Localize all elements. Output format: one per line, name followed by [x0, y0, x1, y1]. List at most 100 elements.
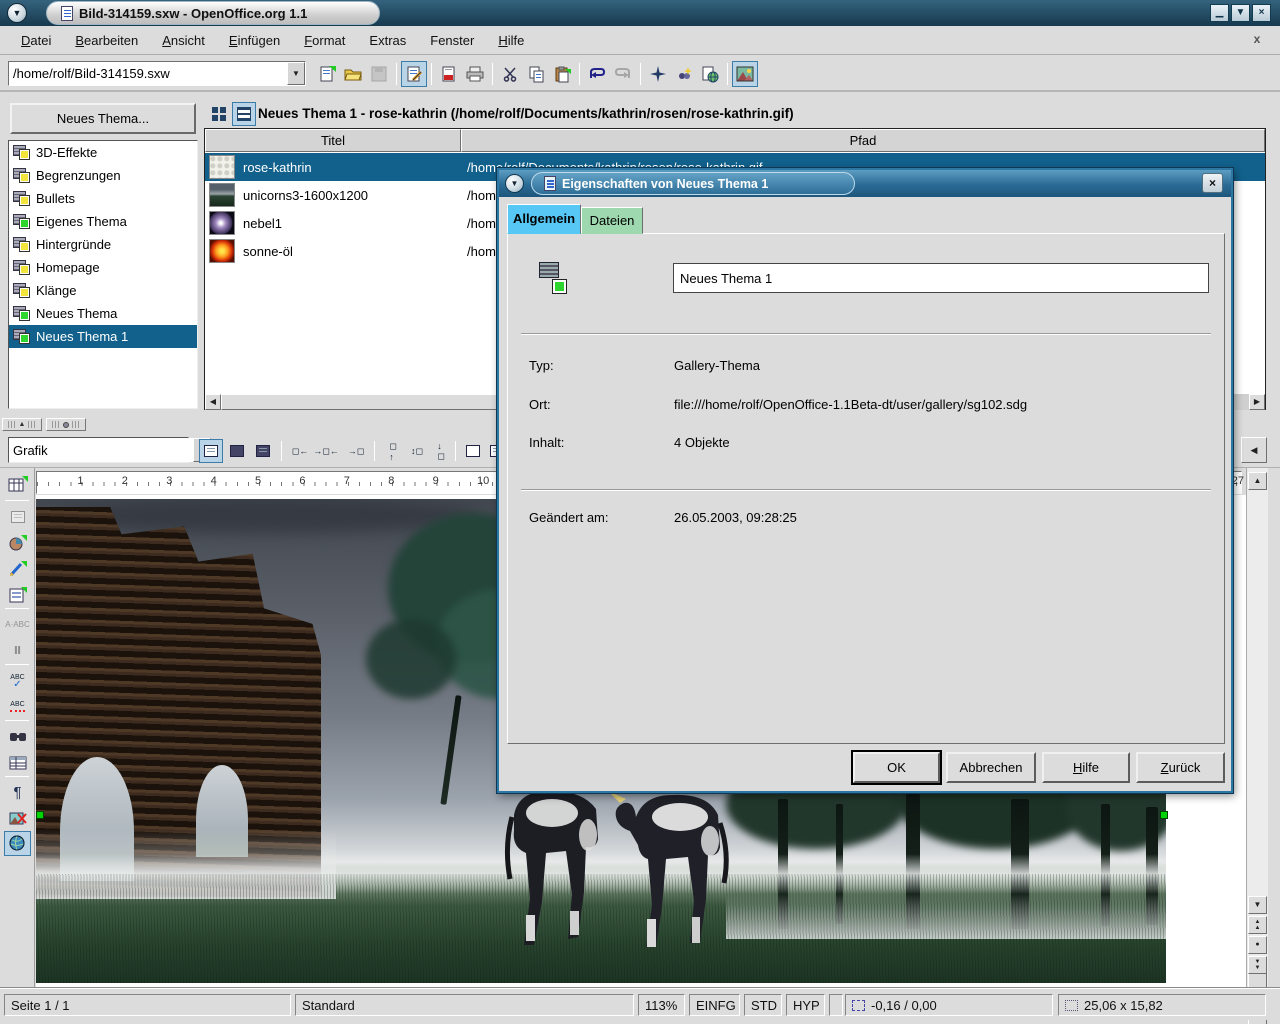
- menu-ansicht[interactable]: Ansicht: [151, 29, 216, 52]
- hyperlink-button[interactable]: [697, 61, 723, 87]
- menu-fenster[interactable]: Fenster: [419, 29, 485, 52]
- align-top-button[interactable]: ◻↑: [381, 439, 405, 463]
- theme-item-bullets[interactable]: Bullets: [9, 187, 197, 210]
- style-combobox: ▼: [8, 437, 189, 463]
- online-layout-button[interactable]: [4, 831, 31, 856]
- column-header-pfad[interactable]: Pfad: [461, 129, 1265, 152]
- menu-einfuegen[interactable]: Einfügen: [218, 29, 291, 52]
- theme-item-eigenes-thema[interactable]: Eigenes Thema: [9, 210, 197, 233]
- previous-page-icon[interactable]: ▲▲: [1248, 916, 1267, 934]
- abbrechen-button[interactable]: Abbrechen: [946, 752, 1036, 783]
- align-right-button[interactable]: →◻: [344, 439, 368, 463]
- minimize-button[interactable]: ▁: [1210, 4, 1229, 22]
- close-document-icon[interactable]: x: [1248, 30, 1266, 48]
- status-selection-mode[interactable]: STD: [744, 994, 782, 1016]
- wrap-off-button[interactable]: [199, 439, 223, 463]
- hilfe-button[interactable]: Hilfe: [1042, 752, 1130, 783]
- insert-frame-button[interactable]: [4, 504, 31, 529]
- style-input[interactable]: [9, 438, 193, 462]
- maximize-button[interactable]: ▼: [1231, 4, 1250, 22]
- gallery-button[interactable]: [732, 61, 758, 87]
- scroll-right-icon[interactable]: ▶: [1249, 394, 1265, 410]
- status-insert-mode[interactable]: EINFG: [689, 994, 740, 1016]
- insert-graphics-button[interactable]: [4, 530, 31, 555]
- theme-item-homepage[interactable]: Homepage: [9, 256, 197, 279]
- dialog-titlebar[interactable]: ▼ Eigenschaften von Neues Thema 1 ×: [499, 170, 1231, 197]
- ok-button[interactable]: OK: [853, 752, 940, 783]
- navigation-dot-icon[interactable]: ●: [1248, 936, 1267, 954]
- theme-item-hintergruende[interactable]: Hintergründe: [9, 233, 197, 256]
- print-button[interactable]: [462, 61, 488, 87]
- edit-file-button[interactable]: [401, 61, 427, 87]
- zurueck-button[interactable]: Zurück: [1136, 752, 1225, 783]
- menu-extras[interactable]: Extras: [358, 29, 417, 52]
- export-pdf-button[interactable]: [436, 61, 462, 87]
- redo-button[interactable]: [610, 61, 636, 87]
- align-middle-icon: ↕◻: [411, 446, 423, 457]
- align-center-button[interactable]: →◻←: [314, 439, 338, 463]
- theme-item-klaenge[interactable]: Klänge: [9, 279, 197, 302]
- graphics-onoff-button[interactable]: [4, 806, 31, 831]
- paste-button[interactable]: [549, 61, 575, 87]
- align-left-button[interactable]: ◻←: [288, 439, 312, 463]
- insert-object-button[interactable]: [4, 472, 31, 497]
- status-page-style[interactable]: Standard: [295, 994, 634, 1016]
- wrap-page-button[interactable]: [225, 439, 249, 463]
- tab-dateien[interactable]: Dateien: [581, 207, 643, 234]
- tab-allgemein[interactable]: Allgemein: [507, 204, 581, 234]
- detail-view-button[interactable]: [232, 102, 256, 126]
- icon-view-button[interactable]: [207, 102, 231, 126]
- dialog-shade-icon[interactable]: ▼: [505, 174, 524, 193]
- draw-functions-button[interactable]: [4, 556, 31, 581]
- stylist-button[interactable]: [671, 61, 697, 87]
- menu-datei[interactable]: Datei: [10, 29, 62, 52]
- menu-bearbeiten[interactable]: Bearbeiten: [64, 29, 149, 52]
- window-menu-icon[interactable]: ▼: [7, 3, 27, 23]
- align-bottom-button[interactable]: ↓◻: [429, 439, 453, 463]
- direct-cursor-button[interactable]: Ⅱ: [4, 638, 31, 663]
- hide-panel-arrow-button[interactable]: ◀: [1241, 437, 1267, 463]
- theme-name-input[interactable]: [673, 263, 1209, 293]
- insert-form-button[interactable]: [4, 582, 31, 607]
- undo-button[interactable]: [584, 61, 610, 87]
- menu-hilfe[interactable]: Hilfe: [487, 29, 535, 52]
- spellcheck-button[interactable]: ABC✓: [4, 668, 31, 693]
- new-document-button[interactable]: [314, 61, 340, 87]
- wrap-through-button[interactable]: [251, 439, 275, 463]
- theme-item-begrenzungen[interactable]: Begrenzungen: [9, 164, 197, 187]
- selection-handle-left[interactable]: [36, 811, 44, 819]
- gallery-hide-grip[interactable]: ▲: [2, 418, 42, 431]
- theme-item-neues-thema[interactable]: Neues Thema: [9, 302, 197, 325]
- menu-format[interactable]: Format: [293, 29, 356, 52]
- window-titlebar[interactable]: ▼ Bild-314159.sxw - OpenOffice.org 1.1 ▁…: [0, 0, 1280, 26]
- copy-button[interactable]: [523, 61, 549, 87]
- scroll-left-icon[interactable]: ◀: [205, 394, 221, 410]
- borders-button[interactable]: [461, 439, 485, 463]
- next-page-icon[interactable]: ▼▼: [1248, 956, 1267, 974]
- close-button[interactable]: ×: [1252, 4, 1271, 22]
- find-replace-button[interactable]: [4, 724, 31, 749]
- nonprinting-characters-button[interactable]: ¶: [4, 780, 31, 805]
- new-theme-button[interactable]: Neues Thema...: [10, 103, 196, 134]
- gallery-pin-grip[interactable]: [46, 418, 86, 431]
- url-dropdown-icon[interactable]: ▼: [287, 62, 305, 85]
- scroll-up-icon[interactable]: ▲: [1248, 472, 1267, 490]
- auto-spellcheck-button[interactable]: ABC: [4, 694, 31, 719]
- vertical-scrollbar[interactable]: ▲ ▼ ▲▲ ● ▼▼: [1246, 468, 1268, 988]
- status-hyperlink-mode[interactable]: HYP: [786, 994, 825, 1016]
- dialog-close-icon[interactable]: ×: [1202, 173, 1223, 193]
- data-sources-button[interactable]: [4, 750, 31, 775]
- save-button[interactable]: [366, 61, 392, 87]
- theme-item-neues-thema-1[interactable]: Neues Thema 1: [9, 325, 197, 348]
- cut-button[interactable]: [497, 61, 523, 87]
- selection-handle-right[interactable]: [1160, 811, 1168, 819]
- status-zoom[interactable]: 113%: [638, 994, 685, 1016]
- autotext-button[interactable]: A·ABC: [4, 612, 31, 637]
- column-header-titel[interactable]: Titel: [205, 129, 461, 152]
- url-input[interactable]: [9, 62, 287, 85]
- align-middle-button[interactable]: ↕◻: [405, 439, 429, 463]
- open-button[interactable]: [340, 61, 366, 87]
- theme-item-3d-effekte[interactable]: 3D-Effekte: [9, 141, 197, 164]
- scroll-down-icon[interactable]: ▼: [1248, 896, 1267, 914]
- navigator-button[interactable]: [645, 61, 671, 87]
